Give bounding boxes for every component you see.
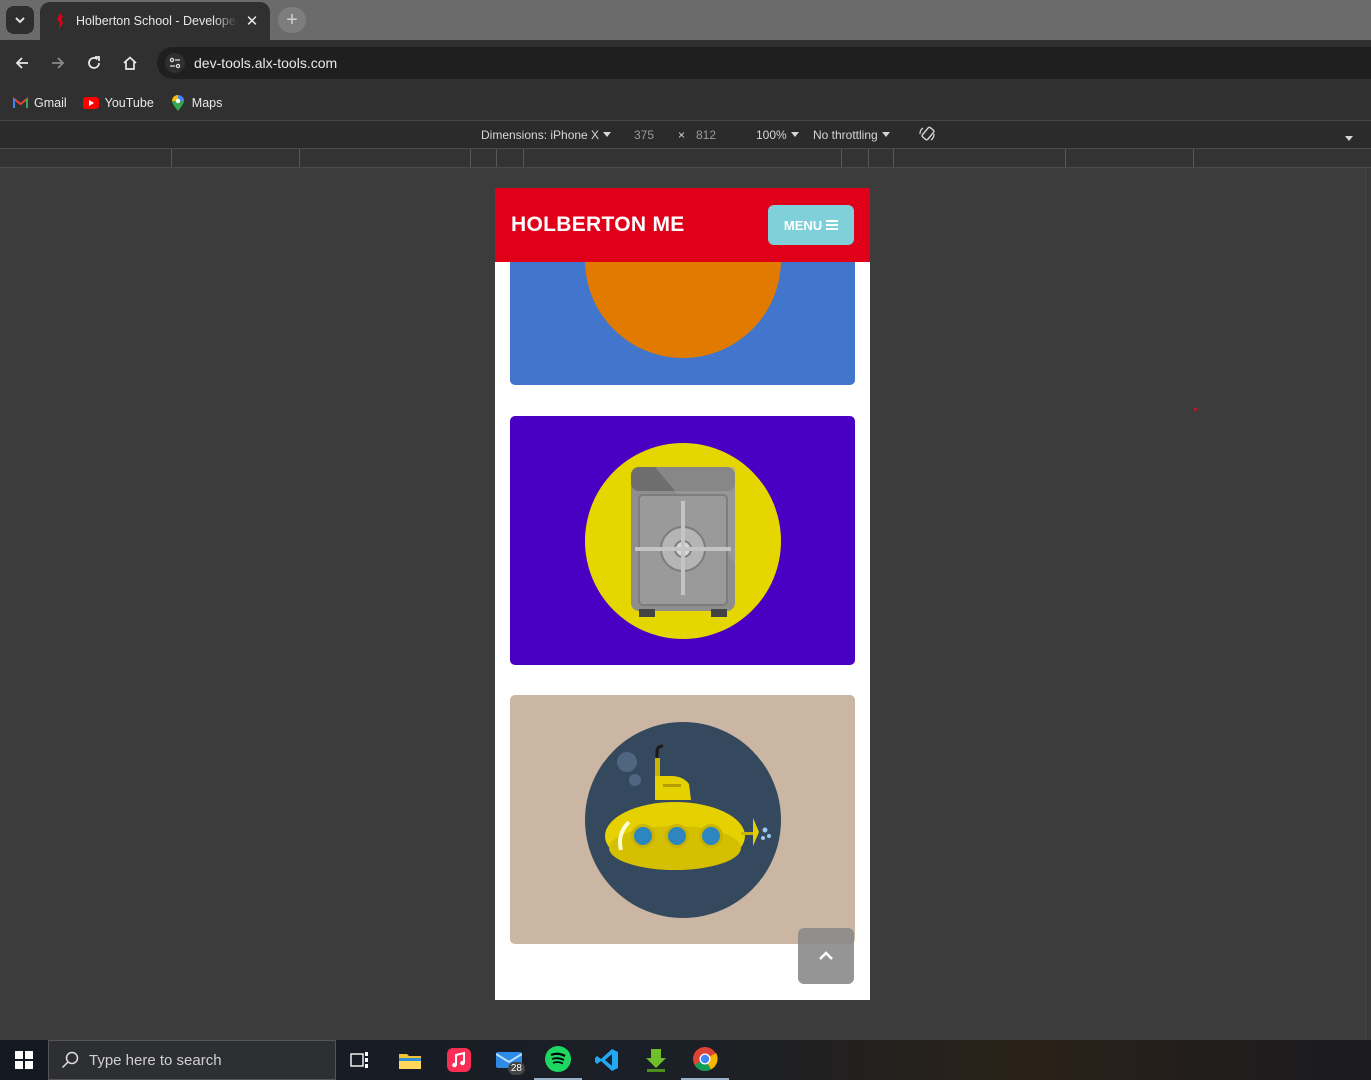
new-tab-button[interactable]: + bbox=[278, 7, 306, 33]
site-settings-icon[interactable] bbox=[165, 53, 185, 73]
device-select[interactable]: Dimensions: iPhone X bbox=[481, 128, 612, 142]
music-app-button[interactable] bbox=[435, 1040, 483, 1080]
ruler-tick bbox=[470, 149, 471, 167]
dropdown-caret-icon bbox=[881, 132, 890, 137]
search-icon bbox=[61, 1051, 79, 1069]
chrome-button[interactable] bbox=[681, 1040, 729, 1080]
home-icon bbox=[123, 56, 137, 70]
viewport-resize-edge[interactable] bbox=[1365, 168, 1371, 1040]
hamburger-icon bbox=[826, 218, 839, 232]
music-icon bbox=[447, 1048, 471, 1072]
safe-circle bbox=[584, 442, 781, 639]
submarine-circle bbox=[584, 721, 781, 918]
youtube-icon bbox=[82, 95, 99, 111]
maps-icon bbox=[170, 95, 186, 111]
spotify-button[interactable] bbox=[534, 1040, 582, 1080]
back-button[interactable] bbox=[10, 51, 34, 75]
tab-close-icon[interactable]: ✕ bbox=[244, 12, 260, 30]
device-toolbar: Dimensions: iPhone X 375 × 812 100% No t… bbox=[0, 120, 1371, 148]
reload-icon bbox=[88, 56, 100, 69]
start-button[interactable] bbox=[0, 1040, 48, 1080]
address-url: dev-tools.alx-tools.com bbox=[194, 55, 338, 71]
ruler-tick bbox=[841, 149, 842, 167]
rotate-button[interactable] bbox=[918, 125, 936, 146]
ruler-tick bbox=[299, 149, 300, 167]
tab-search-button[interactable] bbox=[6, 6, 34, 34]
browser-tab[interactable]: Holberton School - Developer t ✕ bbox=[40, 2, 270, 40]
mail-badge: 28 bbox=[507, 1062, 525, 1075]
chevron-down-icon bbox=[15, 17, 25, 24]
site-title: HOLBERTON ME bbox=[511, 213, 685, 236]
mail-app-button[interactable]: 28 bbox=[485, 1040, 533, 1080]
bookmark-label: Gmail bbox=[34, 96, 67, 110]
download-icon bbox=[646, 1049, 666, 1072]
taskbar-search[interactable]: Type here to search bbox=[48, 1040, 336, 1080]
site-header: HOLBERTON ME MENU bbox=[495, 188, 870, 262]
bookmark-label: Maps bbox=[191, 96, 223, 110]
folder-icon bbox=[399, 1054, 421, 1069]
task-view-icon bbox=[350, 1052, 368, 1068]
forward-button[interactable] bbox=[46, 51, 70, 75]
forward-arrow-icon bbox=[52, 57, 65, 69]
ruler-tick bbox=[868, 149, 869, 167]
spotify-icon bbox=[545, 1046, 571, 1072]
more-options-button[interactable] bbox=[1341, 132, 1353, 146]
address-bar[interactable]: dev-tools.alx-tools.com bbox=[157, 47, 1371, 79]
ruler-tick bbox=[523, 149, 524, 167]
vscode-button[interactable] bbox=[583, 1040, 631, 1080]
ruler-tick bbox=[893, 149, 894, 167]
search-placeholder: Type here to search bbox=[89, 1051, 222, 1069]
vscode-icon bbox=[595, 1049, 618, 1071]
cursor-dot bbox=[1194, 408, 1197, 411]
windows-logo-icon bbox=[15, 1051, 33, 1069]
windows-taskbar: Type here to search 28 bbox=[0, 1040, 1371, 1080]
bookmark-label: YouTube bbox=[104, 96, 154, 110]
rotate-device-icon bbox=[919, 126, 935, 141]
width-input[interactable]: 375 bbox=[634, 128, 654, 142]
safe-icon bbox=[630, 466, 735, 617]
menu-label: MENU bbox=[783, 217, 823, 233]
download-manager-button[interactable] bbox=[632, 1040, 680, 1080]
ruler-tick bbox=[171, 149, 172, 167]
tab-title: Holberton School - Developer t bbox=[76, 14, 238, 28]
throttling-select[interactable]: No throttling bbox=[813, 128, 890, 142]
height-input[interactable]: 812 bbox=[696, 128, 716, 142]
ruler-tick bbox=[1193, 149, 1194, 167]
device-label: Dimensions: iPhone X bbox=[481, 128, 600, 142]
dropdown-caret-icon bbox=[790, 132, 799, 137]
back-to-top-button[interactable] bbox=[798, 928, 854, 984]
zoom-label: 100% bbox=[756, 128, 787, 142]
submarine-card[interactable] bbox=[510, 695, 855, 944]
dimension-separator: × bbox=[678, 128, 686, 142]
bookmark-youtube[interactable]: YouTube bbox=[82, 95, 154, 111]
dropdown-caret-icon bbox=[1345, 136, 1353, 141]
submarine-icon bbox=[604, 744, 771, 870]
safe-card[interactable] bbox=[510, 416, 855, 665]
chevron-up-icon bbox=[819, 951, 833, 960]
throttling-label: No throttling bbox=[813, 128, 878, 142]
back-arrow-icon bbox=[15, 57, 28, 69]
dropdown-caret-icon bbox=[603, 132, 612, 137]
menu-button[interactable]: MENU bbox=[768, 205, 854, 245]
browser-toolbar: dev-tools.alx-tools.com bbox=[0, 40, 1371, 86]
ruler-tick bbox=[1065, 149, 1066, 167]
bookmark-maps[interactable]: Maps bbox=[170, 95, 223, 111]
tab-strip: Holberton School - Developer t ✕ + bbox=[0, 0, 1371, 40]
emulated-viewport: HOLBERTON ME MENU bbox=[495, 188, 870, 1000]
file-explorer-button[interactable] bbox=[386, 1040, 434, 1080]
holberton-favicon-icon bbox=[52, 13, 68, 29]
task-view-button[interactable] bbox=[336, 1040, 384, 1080]
media-query-ruler[interactable] bbox=[0, 148, 1371, 168]
bookmark-gmail[interactable]: Gmail bbox=[12, 95, 67, 111]
zoom-select[interactable]: 100% bbox=[756, 128, 799, 142]
reload-button[interactable] bbox=[82, 51, 106, 75]
home-button[interactable] bbox=[118, 51, 142, 75]
gmail-icon bbox=[12, 95, 28, 111]
chrome-icon bbox=[693, 1047, 718, 1072]
bookmarks-bar: Gmail YouTube Maps bbox=[0, 86, 1371, 120]
ruler-tick bbox=[496, 149, 497, 167]
